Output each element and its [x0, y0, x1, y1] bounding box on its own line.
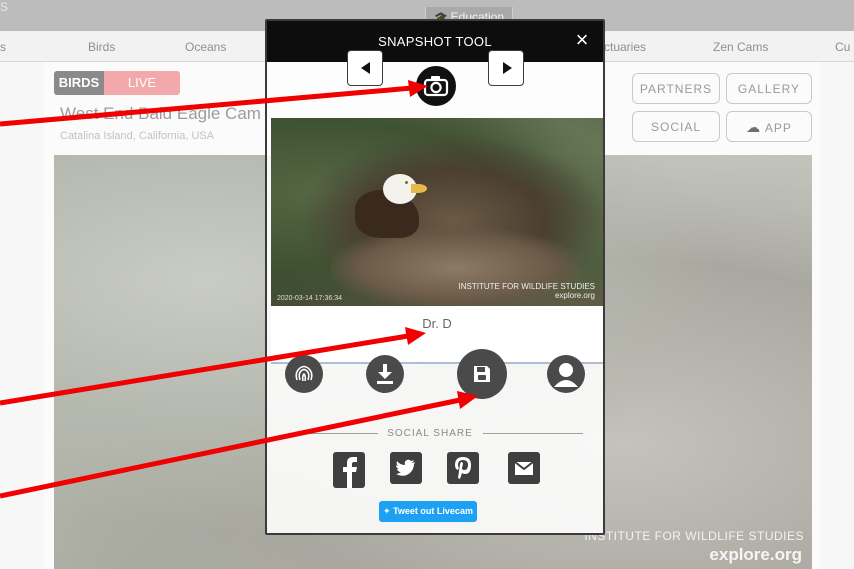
arrow-to-camera [0, 80, 428, 127]
arrow-to-caption [0, 327, 426, 406]
annotation-arrows [0, 80, 478, 499]
arrow-to-save [0, 391, 478, 499]
